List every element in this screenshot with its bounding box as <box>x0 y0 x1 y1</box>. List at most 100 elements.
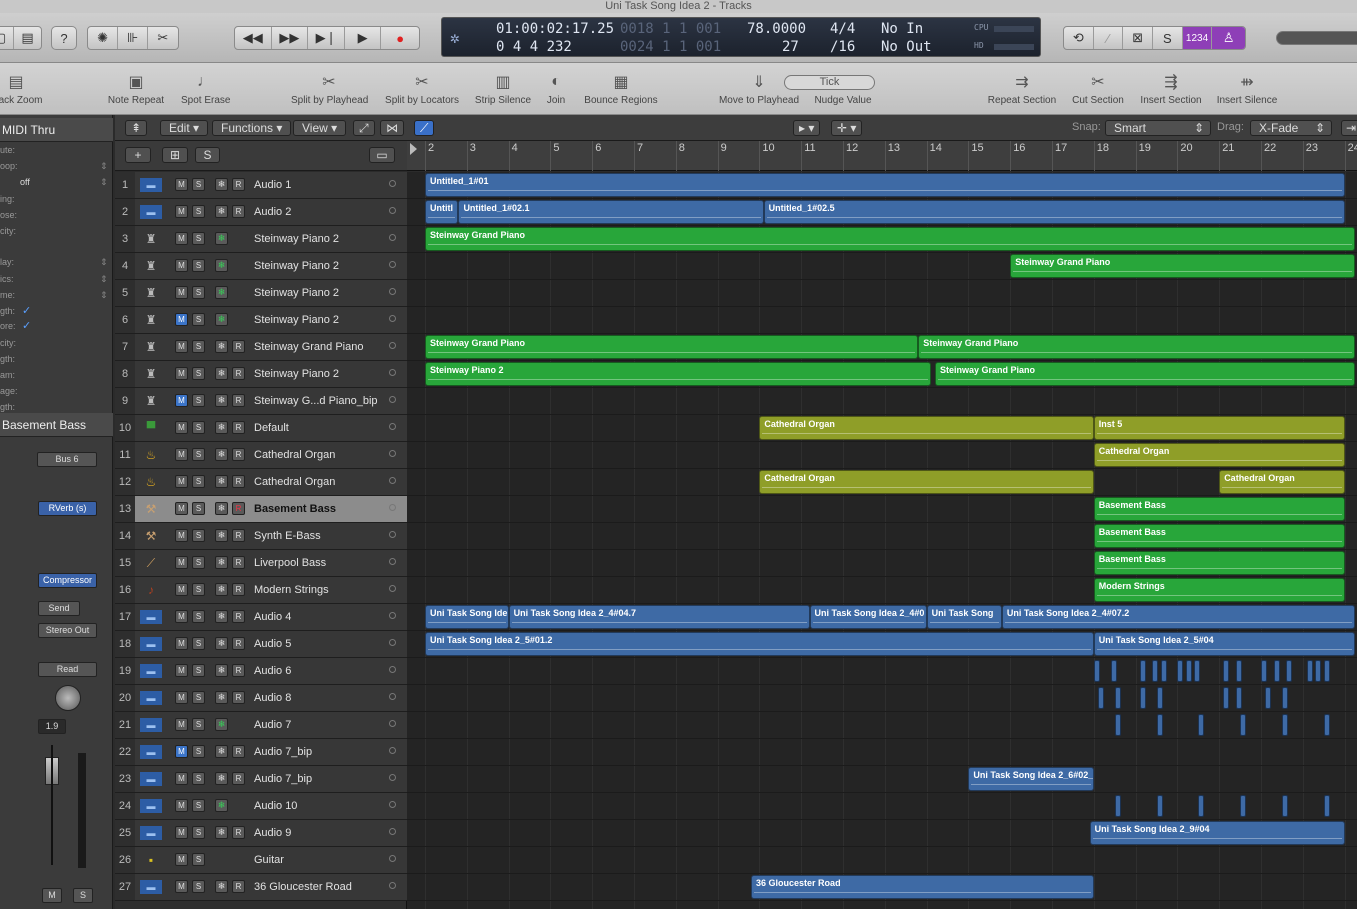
mute-button[interactable]: M <box>175 583 188 596</box>
track-lane[interactable] <box>407 739 1357 766</box>
toolbar-button-track-zoom[interactable]: ▤ Track Zoom <box>0 69 46 106</box>
arrange-area[interactable]: Untitled_1#01 Untitl Untitled_1#02.1 Untitl… <box>407 172 1357 909</box>
solo-button[interactable]: S <box>192 475 205 488</box>
track-header[interactable]: 15 ⟋ M S ❄ R Liverpool Bass <box>115 550 407 577</box>
audio-slice[interactable] <box>1323 714 1330 736</box>
region[interactable]: Steinway Grand Piano <box>934 362 1355 386</box>
mute-button[interactable]: M <box>175 502 188 515</box>
inspector-solo-button[interactable]: S <box>73 888 93 903</box>
region-header[interactable]: Basement Bass <box>0 413 113 437</box>
rewind-icon[interactable]: ◀◀ <box>235 27 272 49</box>
region[interactable]: Steinway Grand Piano <box>1010 254 1355 278</box>
record-enable-button[interactable]: R <box>232 529 245 542</box>
freeze-button[interactable]: ❄ <box>215 529 228 542</box>
freeze-button[interactable]: ❄ <box>215 502 228 515</box>
region[interactable]: Untitled_1#01 <box>425 173 1345 197</box>
mute-button[interactable]: M <box>175 745 188 758</box>
solo-button[interactable]: S <box>192 637 205 650</box>
toolbar-button-nudge-value[interactable]: Tick Nudge Value <box>784 69 875 106</box>
check-icon[interactable]: ✓ <box>22 303 31 319</box>
record-enable-button[interactable]: R <box>232 556 245 569</box>
freeze-button[interactable]: ❄ <box>215 340 228 353</box>
audio-slice[interactable] <box>1139 687 1146 709</box>
track-header[interactable]: 8 ♜ M S ❄ R Steinway Piano 2 <box>115 361 407 388</box>
audio-slice[interactable] <box>1114 687 1121 709</box>
replace-icon[interactable]: ⁄ <box>1094 27 1124 49</box>
audio-slice[interactable] <box>1156 795 1163 817</box>
record-enable-button[interactable]: R <box>232 502 245 515</box>
inspector-row[interactable]: gth: <box>0 351 110 367</box>
lcd-display[interactable]: ✲ 01:00:02:17.25 0 4 4 232 0018 1 1 001 … <box>441 17 1041 57</box>
freeze-button[interactable]: ❄ <box>215 394 228 407</box>
automation-mode[interactable]: Read <box>38 662 97 677</box>
record-enable-button[interactable]: R <box>232 178 245 191</box>
solo-button[interactable]: S <box>192 340 205 353</box>
freeze-button[interactable]: ❄ <box>215 637 228 650</box>
mute-button[interactable]: M <box>175 232 188 245</box>
solo-button[interactable]: S <box>192 772 205 785</box>
mute-button[interactable]: M <box>175 340 188 353</box>
record-enable-button[interactable]: R <box>232 205 245 218</box>
tempo[interactable]: 78.0000 <box>747 21 806 37</box>
toolbar-button-bounce-regions[interactable]: ▦ Bounce Regions <box>583 69 659 106</box>
solo-button[interactable]: S <box>192 826 205 839</box>
mute-button[interactable]: M <box>175 394 188 407</box>
edit-menu[interactable]: Edit ▾ <box>160 120 209 136</box>
freeze-button[interactable]: ❄ <box>215 421 228 434</box>
track-header[interactable]: 26 ▪ M S Guitar <box>115 847 407 874</box>
solo-button[interactable]: S <box>192 853 205 866</box>
audio-slice[interactable] <box>1240 714 1247 736</box>
audio-slice[interactable] <box>1139 660 1146 682</box>
bus-slot[interactable]: Bus 6 <box>37 452 97 467</box>
inspector-row[interactable]: ute: <box>0 142 110 158</box>
go-to-start-icon[interactable]: ▶❘ <box>308 27 345 49</box>
mute-button[interactable]: M <box>175 556 188 569</box>
track-header[interactable]: 3 ♜ M S ❄ Steinway Piano 2 <box>115 226 407 253</box>
toolbar-button-insert-silence[interactable]: ⇻ Insert Silence <box>1213 69 1281 106</box>
track-header[interactable]: 4 ♜ M S ❄ Steinway Piano 2 <box>115 253 407 280</box>
region[interactable]: Modern Strings <box>1093 578 1345 602</box>
solo-button[interactable]: S <box>192 502 205 515</box>
record-enable-button[interactable]: R <box>232 637 245 650</box>
track-lane[interactable] <box>407 307 1357 334</box>
solo-button[interactable]: S <box>192 286 205 299</box>
freeze-button[interactable]: ❄ <box>215 178 228 191</box>
inspector-row[interactable]: age: <box>0 383 110 399</box>
audio-slice[interactable] <box>1223 687 1230 709</box>
region[interactable]: Uni Task Song Idea 2_6#02_ <box>968 767 1094 791</box>
midi-in-icon[interactable]: ⤢ <box>353 120 375 136</box>
inspector-row[interactable]: city: <box>0 223 110 239</box>
track-header[interactable]: 16 ♪ M S ❄ R Modern Strings <box>115 577 407 604</box>
mute-button[interactable]: M <box>175 718 188 731</box>
toolbar-button-split-by-playhead[interactable]: ✂ Split by Playhead <box>291 69 368 106</box>
freeze-button[interactable]: ❄ <box>215 259 228 272</box>
freeze-button[interactable]: ❄ <box>215 313 228 326</box>
nudge-value-field[interactable]: Tick <box>784 74 875 90</box>
solo-button[interactable]: S <box>192 691 205 704</box>
region[interactable]: Untitl <box>425 200 459 224</box>
solo-button[interactable]: S <box>192 718 205 731</box>
track-header[interactable]: 19 ▬ M S ❄ R Audio 6 <box>115 658 407 685</box>
freeze-button[interactable]: ❄ <box>215 664 228 677</box>
solo-button[interactable]: S <box>192 529 205 542</box>
record-enable-button[interactable]: R <box>232 772 245 785</box>
mode-buttons[interactable]: ⟲ ⁄ ⊠ S 1234 ♙ <box>1063 26 1246 50</box>
track-header[interactable]: 11 ♨ M S ❄ R Cathedral Organ <box>115 442 407 469</box>
region[interactable]: Basement Bass <box>1093 497 1345 521</box>
freeze-button[interactable]: ❄ <box>215 367 228 380</box>
track-header[interactable]: 13 ⚒ M S ❄ R Basement Bass <box>115 496 407 523</box>
mute-button[interactable]: M <box>175 799 188 812</box>
inspector-icon[interactable]: ▤ <box>14 27 41 49</box>
functions-menu[interactable]: Functions ▾ <box>212 120 292 136</box>
master-volume-slider[interactable] <box>1276 31 1357 45</box>
mute-button[interactable]: M <box>175 367 188 380</box>
track-header[interactable]: 20 ▬ M S ❄ R Audio 8 <box>115 685 407 712</box>
mute-button[interactable]: M <box>175 853 188 866</box>
freeze-button[interactable]: ❄ <box>215 799 228 812</box>
track-header[interactable]: 27 ▬ M S ❄ R 36 Gloucester Road <box>115 874 407 901</box>
region[interactable]: Uni Task Song Idea 2_4#07.2 <box>1001 605 1355 629</box>
audio-slice[interactable] <box>1160 660 1167 682</box>
time-signature[interactable]: 4/4 <box>830 21 855 37</box>
track-header[interactable]: 24 ▬ M S ❄ Audio 10 <box>115 793 407 820</box>
toolbar-button-cut-section[interactable]: ✂ Cut Section <box>1067 69 1129 106</box>
